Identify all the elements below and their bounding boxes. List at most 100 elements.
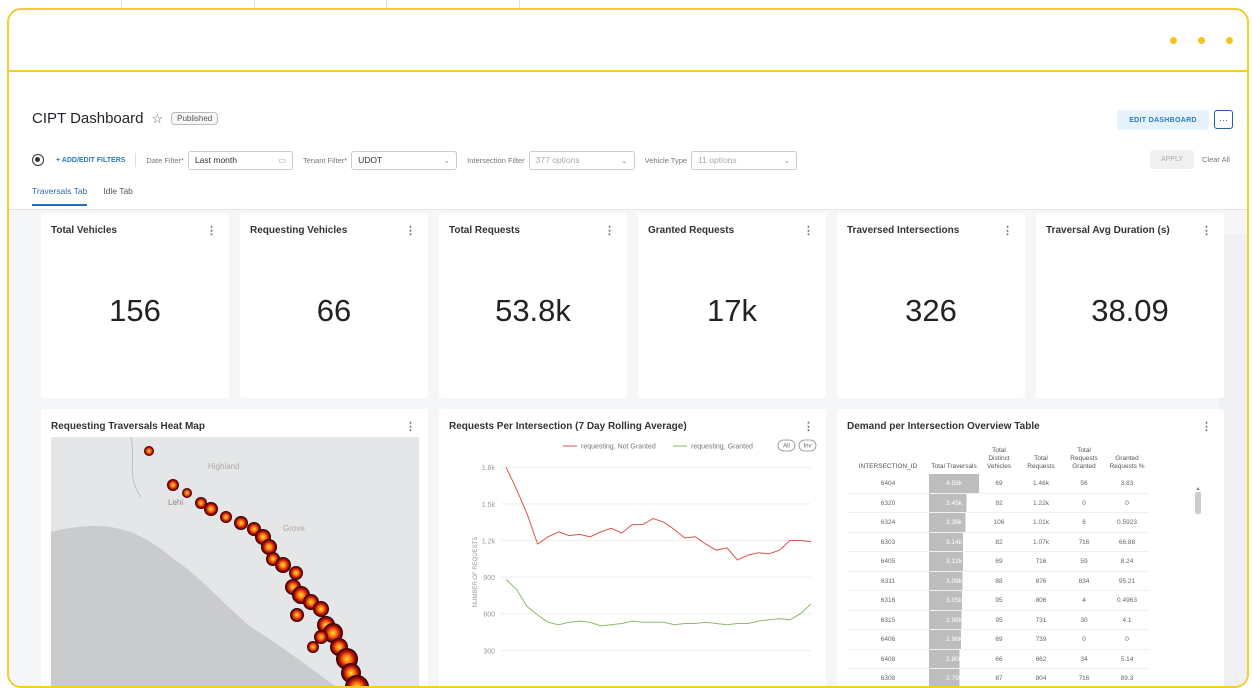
star-icon[interactable]: ☆	[151, 111, 163, 127]
intersection-filter-value: 377 options	[535, 155, 580, 165]
y-tick-label: 300	[483, 648, 495, 655]
table-cell: 6408	[847, 649, 929, 670]
heatmap-map[interactable]: Highland Lehi Grove	[51, 437, 419, 686]
table-cell: 82	[979, 532, 1019, 553]
legend-label: requesting, Granted	[691, 444, 753, 451]
column-header[interactable]: Total Requests Granted	[1063, 447, 1105, 474]
table-cell: 6303	[847, 532, 929, 553]
tenant-filter-select[interactable]: UDOT ⌄	[351, 150, 458, 170]
table-row[interactable]: 6406 2.96k 69 739 0 0	[847, 629, 1149, 650]
kpi-value: 156	[109, 293, 161, 328]
kebab-menu-icon[interactable]: ⋮	[1201, 420, 1212, 433]
table-cell: 69	[979, 629, 1019, 650]
kebab-menu-icon[interactable]: ⋮	[604, 224, 615, 237]
heat-blob	[307, 641, 319, 653]
kebab-menu-icon[interactable]: ⋮	[1002, 224, 1013, 237]
table-row[interactable]: 6315 2.98k 95 731 30 4.1	[847, 610, 1149, 631]
heat-blob	[167, 479, 179, 491]
column-header[interactable]: INTERSECTION_ID	[847, 447, 929, 474]
table-row[interactable]: 6324 3.36k 106 1.01k 6 0.5923	[847, 512, 1149, 533]
kebab-menu-icon[interactable]: ⋮	[803, 224, 814, 237]
y-axis-label: NUMBER OF REQUESTS	[473, 537, 479, 608]
table-row[interactable]: 6303 3.14k 82 1.07k 716 66.88	[847, 532, 1149, 553]
kebab-menu-icon[interactable]: ⋮	[405, 224, 416, 237]
table-cell: 716	[1019, 551, 1063, 572]
vehicle-type-select[interactable]: 11 options ⌄	[691, 150, 798, 170]
intersection-filter-select[interactable]: 377 options ⌄	[528, 150, 635, 170]
status-badge: Published	[171, 112, 219, 125]
kpi-title: Total Vehicles	[51, 225, 117, 236]
table-cell: 95	[979, 590, 1019, 611]
table-cell: 662	[1019, 649, 1063, 670]
heat-blob	[289, 566, 303, 580]
table-cell: 6308	[847, 668, 929, 686]
table-cell: 2.98k	[929, 610, 979, 631]
kebab-menu-icon[interactable]: ⋮	[405, 420, 416, 433]
table-cell: 6311	[847, 571, 929, 592]
window-menu-dots[interactable]	[1170, 37, 1233, 44]
table-row[interactable]: 6320 3.45k 92 1.22k 0 0	[847, 493, 1149, 514]
table-cell: 3.36k	[929, 512, 979, 533]
kpi-title: Total Requests	[449, 225, 520, 236]
column-header[interactable]: Granted Requests %	[1105, 447, 1149, 474]
tab-idle[interactable]: Idle Tab	[103, 186, 133, 206]
kebab-menu-icon[interactable]: ⋮	[206, 224, 217, 237]
kebab-menu-icon[interactable]: ⋮	[803, 420, 814, 433]
y-tick-label: 1.5k	[482, 502, 496, 509]
kpi-card-granted-requests: Granted Requests ⋮ 17k	[638, 213, 826, 398]
gear-icon[interactable]	[32, 154, 44, 166]
date-filter-select[interactable]: Last month ▭	[187, 150, 293, 170]
heat-blob	[204, 502, 218, 516]
table-cell: 6	[1063, 512, 1105, 533]
heatmap-svg: Highland Lehi Grove	[51, 437, 369, 686]
table-row[interactable]: 6308 2.79k 87 804 716 89.3	[847, 668, 1149, 686]
edit-dashboard-button[interactable]: EDIT DASHBOARD	[1117, 110, 1209, 130]
divider	[135, 153, 137, 167]
heat-blob	[234, 516, 248, 530]
table-cell: 716	[1063, 668, 1105, 686]
table-cell: 106	[979, 512, 1019, 533]
table-header-row: INTERSECTION_ID Total Traversals Total Dis…	[847, 447, 1149, 474]
table-cell: 30	[1063, 610, 1105, 631]
table-row[interactable]: 6404 4.59k 69 1.46k 56 3.83	[847, 474, 1149, 494]
kpi-card-requesting-vehicles: Requesting Vehicles ⋮ 66	[240, 213, 428, 398]
table-row[interactable]: 6408 2.80k 66 662 34 5.14	[847, 649, 1149, 670]
kebab-menu-icon[interactable]: ⋮	[1201, 224, 1212, 237]
table-row[interactable]: 6405 3.12k 69 716 59 8.24	[847, 551, 1149, 572]
table-cell: 2.80k	[929, 649, 979, 670]
table-row[interactable]: 6311 3.09k 88 876 834 95.21	[847, 571, 1149, 592]
table-cell: 3.83	[1105, 474, 1149, 494]
column-header[interactable]: Total Requests	[1019, 447, 1063, 474]
date-filter-value: Last month	[194, 155, 237, 165]
table-scrollbar[interactable]: ▴	[1195, 485, 1201, 686]
heat-blob	[220, 511, 232, 523]
heat-blob	[182, 488, 192, 498]
table-cell: 1.46k	[1019, 474, 1063, 494]
tab-traversals[interactable]: Traversals Tab	[32, 186, 88, 206]
demand-table: INTERSECTION_ID Total Traversals Total Dis…	[847, 447, 1149, 686]
kpi-title: Requesting Vehicles	[250, 225, 348, 236]
scroll-up-icon[interactable]: ▴	[1195, 485, 1201, 492]
column-header[interactable]: Total Distinct Vehicles	[979, 447, 1019, 474]
scrollbar-thumb[interactable]	[1195, 492, 1201, 514]
table-container: INTERSECTION_ID Total Traversals Total Dis…	[847, 447, 1195, 686]
table-cell: 6324	[847, 512, 929, 533]
more-options-button[interactable]: ···	[1214, 110, 1233, 129]
table-row[interactable]: 6316 3.05k 95 806 4 0.4963	[847, 590, 1149, 611]
table-cell: 1.01k	[1019, 512, 1063, 533]
line-chart-title: Requests Per Intersection (7 Day Rolling…	[449, 421, 687, 432]
column-header[interactable]: Total Traversals	[929, 447, 979, 474]
calendar-icon: ▭	[278, 155, 286, 165]
tenant-filter-value: UDOT	[358, 155, 383, 165]
table-cell: 87	[979, 668, 1019, 686]
clear-all-link[interactable]: Clear All	[1202, 155, 1230, 164]
kpi-value: 66	[316, 293, 352, 328]
tenant-filter-label: Tenant Filter*	[302, 155, 348, 165]
series-line	[505, 466, 812, 561]
intersection-filter-label: Intersection Filter	[467, 155, 525, 165]
table-cell: 1.22k	[1019, 493, 1063, 514]
table-cell: 6320	[847, 493, 929, 514]
table-cell: 2.79k	[929, 668, 979, 686]
add-edit-filters-button[interactable]: + ADD/EDIT FILTERS	[56, 157, 125, 164]
apply-button[interactable]: APPLY	[1150, 150, 1194, 169]
